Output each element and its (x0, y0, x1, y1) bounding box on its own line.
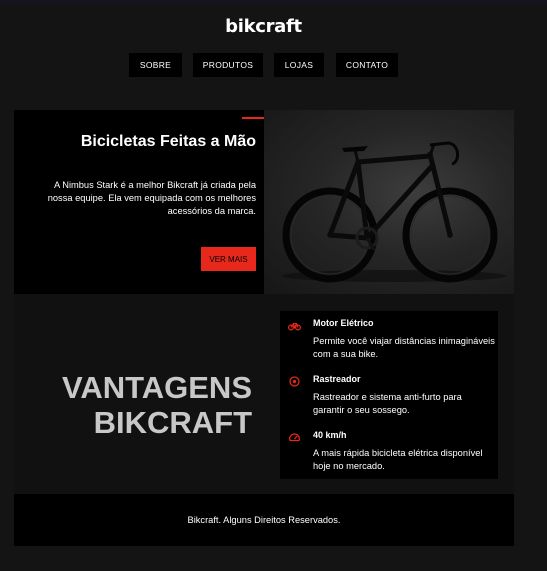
hero-title: Bicicletas Feitas a Mão (80, 133, 256, 150)
advantages-title-line1: VANTAGENS (61, 370, 252, 405)
speedometer-icon (289, 433, 300, 442)
nav-item-produtos[interactable]: PRODUTOS (193, 53, 263, 77)
target-icon (289, 376, 300, 387)
hero-description: A Nimbus Stark é a melhor Bikcraft já cr… (47, 180, 256, 216)
road-bicycle-photo (264, 110, 514, 294)
ver-mais-button[interactable]: VER MAIS (201, 247, 256, 271)
nav-item-contato[interactable]: CONTATO (336, 53, 398, 77)
feature-description: Permite você viajar distâncias inimaginá… (313, 336, 495, 359)
bicycle-icon (288, 322, 301, 331)
top-strip (0, 0, 547, 4)
feature-card-rastreador: Rastreador Rastreador e sistema anti-fur… (280, 367, 498, 423)
feature-name: Motor Elétrico (313, 318, 374, 328)
site-footer: Bikcraft. Alguns Direitos Reservados. (14, 494, 514, 546)
feature-name: 40 km/h (313, 430, 347, 440)
nav-item-lojas[interactable]: LOJAS (274, 53, 324, 77)
feature-card-velocidade: 40 km/h A mais rápida bicicleta elétrica… (280, 423, 498, 479)
advantages-title-line2: BIKCRAFT (93, 405, 252, 440)
advantages-title: VANTAGENS BIKCRAFT (14, 370, 252, 440)
site-logo[interactable]: bikcraft (0, 16, 527, 37)
feature-description: Rastreador e sistema anti-furto para gar… (313, 392, 462, 415)
feature-name: Rastreador (313, 374, 361, 384)
footer-text: Bikcraft. Alguns Direitos Reservados. (187, 515, 341, 525)
feature-description: A mais rápida bicicleta elétrica disponí… (313, 448, 483, 471)
feature-card-motor: Motor Elétrico Permite você viajar distâ… (280, 311, 498, 367)
nav-item-sobre[interactable]: SOBRE (129, 53, 182, 77)
bicycle-illustration (282, 141, 506, 283)
